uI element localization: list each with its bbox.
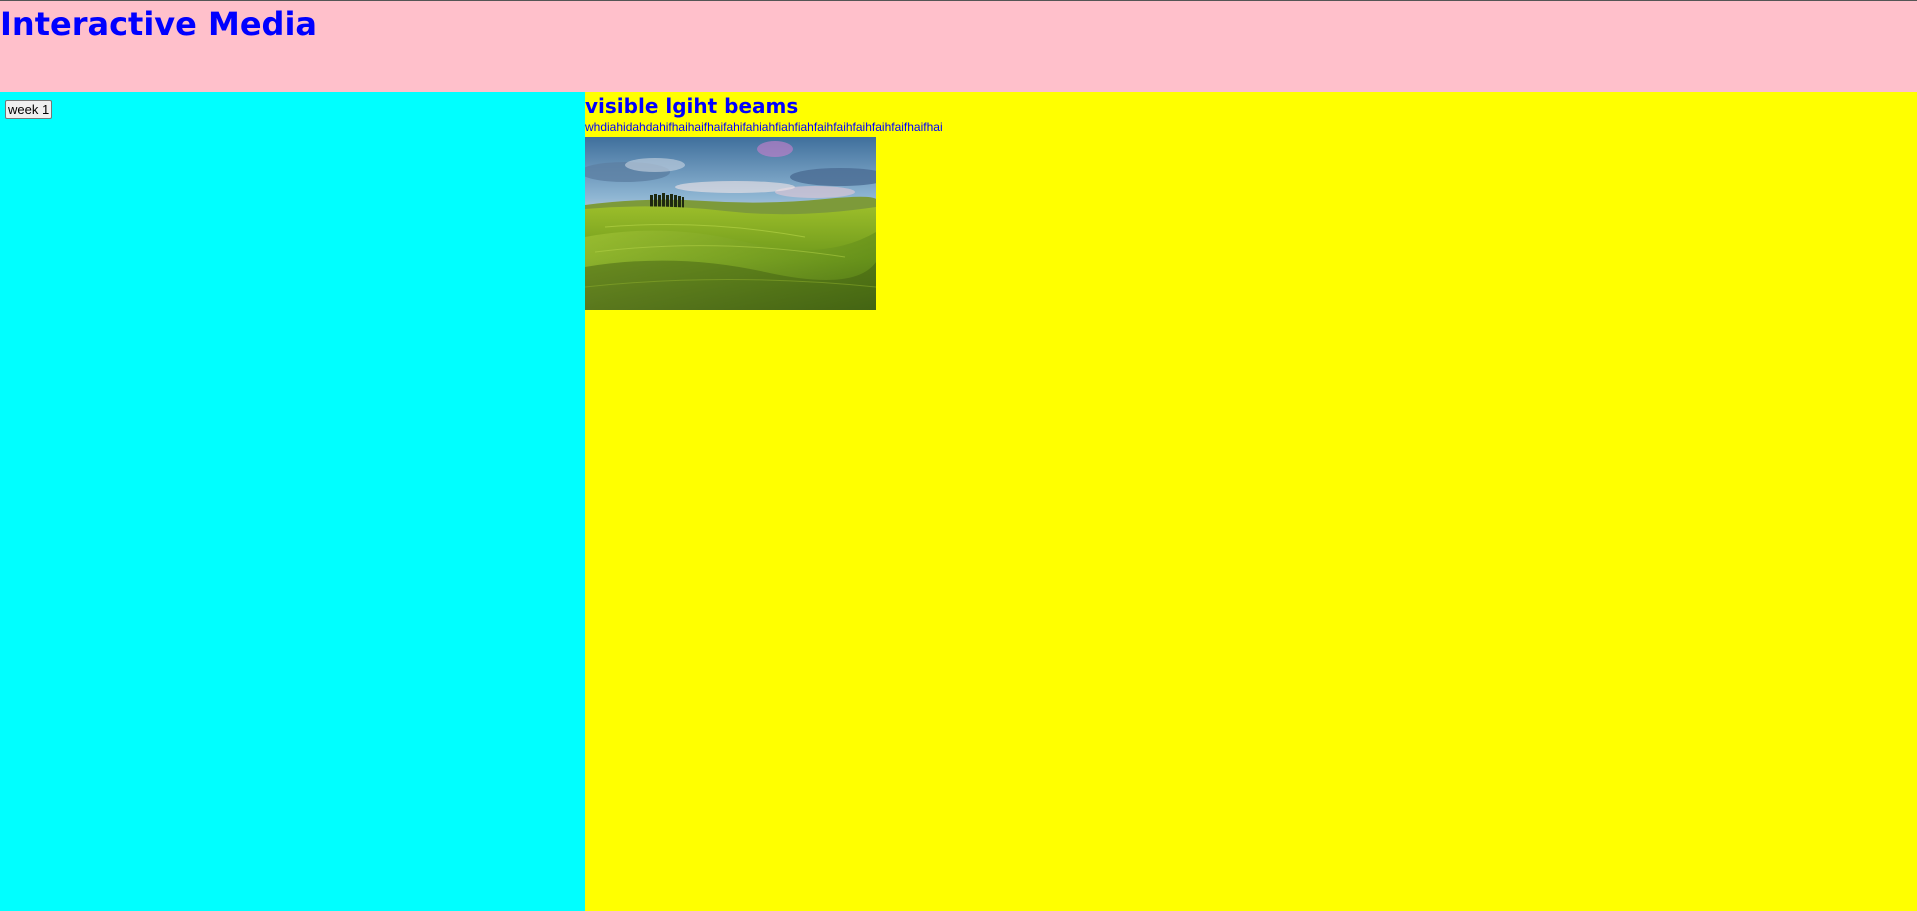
sidebar: week 1: [0, 92, 585, 911]
page-header: Interactive Media: [0, 1, 1917, 92]
article-body-text: whdiahidahdahifhaihaifhaifahifahiahfiahf…: [585, 120, 943, 134]
landscape-image: [585, 137, 876, 310]
article-heading: visible lgiht beams: [585, 94, 799, 118]
main-content: visible lgiht beams whdiahidahdahifhaiha…: [585, 92, 1917, 911]
week-1-button[interactable]: week 1: [5, 100, 53, 119]
site-title: Interactive Media: [0, 5, 318, 43]
